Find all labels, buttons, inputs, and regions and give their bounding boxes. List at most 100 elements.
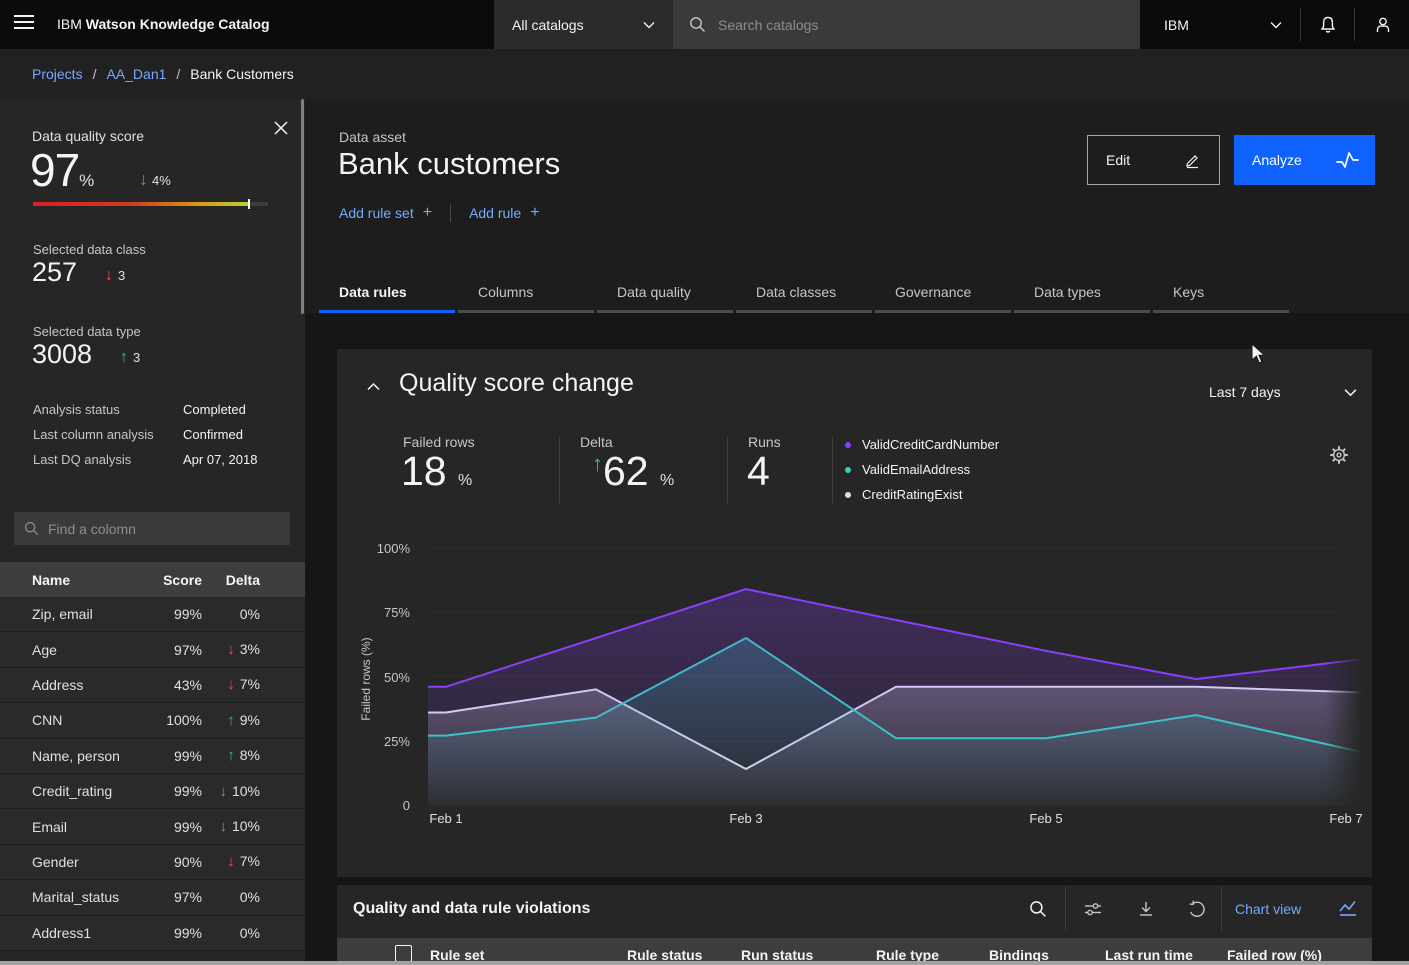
column-row-cnn[interactable]: CNN100%↑9%	[0, 703, 305, 738]
arrow-up-icon: ↑	[592, 451, 603, 476]
meta-last-column-analysis: Last column analysisConfirmed	[33, 427, 283, 442]
quality-line-chart	[428, 548, 1364, 805]
tab-data-rules[interactable]: Data rules	[318, 277, 457, 313]
y-tick-label: 50%	[350, 670, 410, 685]
bottom-edge-strip	[0, 961, 1409, 965]
breadcrumb-item[interactable]: AA_Dan1	[106, 66, 166, 82]
gear-icon[interactable]	[1329, 445, 1351, 467]
tab-data-classes[interactable]: Data classes	[735, 277, 874, 313]
close-icon[interactable]	[270, 117, 292, 139]
app-title: IBM Watson Knowledge Catalog	[57, 16, 270, 32]
columns-table-header: Name Score Delta	[0, 562, 305, 597]
select-all-checkbox[interactable]	[395, 945, 412, 962]
y-tick-label: 100%	[350, 541, 410, 556]
column-row-age[interactable]: Age97%↓3%	[0, 632, 305, 667]
y-tick-label: 0	[350, 798, 410, 813]
data-class-label: Selected data class	[33, 242, 146, 257]
tab-underline	[597, 310, 733, 313]
tab-label: Data rules	[339, 284, 407, 300]
find-column-search	[14, 512, 290, 545]
tab-label: Keys	[1173, 284, 1204, 300]
menu-icon[interactable]	[14, 15, 34, 33]
tab-keys[interactable]: Keys	[1152, 277, 1291, 313]
data-class-delta: ↓3	[105, 267, 125, 285]
profile-button[interactable]	[1356, 0, 1409, 49]
search-icon	[689, 16, 706, 33]
search-input[interactable]	[718, 17, 1078, 33]
divider	[1065, 887, 1066, 931]
tab-columns[interactable]: Columns	[457, 277, 596, 313]
divider	[727, 437, 728, 503]
legend-item-ValidEmailAddress[interactable]: ValidEmailAddress	[845, 457, 999, 482]
tab-underline	[1153, 310, 1289, 313]
user-icon	[1373, 15, 1393, 35]
filter-icon[interactable]	[1080, 896, 1106, 922]
column-row-address[interactable]: Address43%↓7%	[0, 668, 305, 703]
add-rule-set-link[interactable]: Add rule set+	[339, 204, 432, 222]
divider	[450, 204, 451, 222]
column-row-address1[interactable]: Address199%0%	[0, 916, 305, 951]
header-name: Name	[0, 572, 130, 588]
page-title: Bank customers	[338, 146, 560, 182]
column-row-name-person[interactable]: Name, person99%↑8%	[0, 739, 305, 774]
score-gradient	[33, 202, 249, 206]
column-score: 97%	[130, 889, 202, 905]
analyze-button[interactable]: Analyze	[1234, 135, 1375, 185]
collapse-caret-icon[interactable]	[361, 375, 385, 399]
arrow-down-icon: ↓	[227, 853, 235, 870]
divider	[1354, 8, 1355, 41]
y-tick-label: 25%	[350, 734, 410, 749]
legend-ring-icon	[845, 467, 851, 473]
column-delta: ↓7%	[202, 676, 284, 693]
account-label: IBM	[1164, 17, 1189, 33]
breadcrumb: Projects/AA_Dan1/Bank Customers	[0, 49, 1409, 99]
find-column-input[interactable]	[48, 521, 268, 537]
catalog-selector[interactable]: All catalogs	[494, 0, 673, 49]
column-row-gender[interactable]: Gender90%↓7%	[0, 845, 305, 880]
column-row-credit-rating[interactable]: Credit_rating99%↓10%	[0, 774, 305, 809]
column-name: Gender	[0, 854, 130, 870]
breadcrumb-item: Bank Customers	[190, 66, 293, 82]
legend-label: ValidEmailAddress	[862, 462, 970, 477]
legend-item-CreditRatingExist[interactable]: CreditRatingExist	[845, 482, 999, 507]
arrow-down-icon: ↓	[105, 267, 113, 284]
time-range-selector[interactable]: Last 7 days	[1209, 379, 1357, 405]
column-score: 90%	[130, 854, 202, 870]
column-score: 97%	[130, 642, 202, 658]
chart-legend: ValidCreditCardNumber ValidEmailAddress Cr…	[845, 432, 999, 507]
quality-score-bar	[33, 202, 268, 206]
legend-item-ValidCreditCardNumber[interactable]: ValidCreditCardNumber	[845, 432, 999, 457]
download-icon[interactable]	[1133, 896, 1159, 922]
breadcrumb-item[interactable]: Projects	[32, 66, 83, 82]
column-row-marital-status[interactable]: Marital_status97%0%	[0, 880, 305, 915]
column-name: Credit_rating	[0, 783, 130, 799]
arrow-down-icon: ↓	[219, 818, 227, 835]
reset-icon[interactable]	[1183, 896, 1209, 922]
tab-data-types[interactable]: Data types	[1013, 277, 1152, 313]
arrow-down-icon: ↓	[227, 641, 235, 658]
data-type-delta: ↑3	[120, 349, 140, 367]
tab-underline	[875, 310, 1011, 313]
notifications-button[interactable]	[1301, 0, 1354, 49]
column-name: Age	[0, 642, 130, 658]
add-rule-link[interactable]: Add rule+	[469, 204, 540, 222]
tab-data-quality[interactable]: Data quality	[596, 277, 735, 313]
column-row-email[interactable]: Email99%↓10%	[0, 809, 305, 844]
column-row-zip-email[interactable]: Zip, email99%0%	[0, 597, 305, 632]
tab-governance[interactable]: Governance	[874, 277, 1013, 313]
account-dropdown[interactable]: IBM	[1140, 0, 1300, 49]
data-class-value: 257	[32, 257, 77, 288]
arrow-down-icon: ↓	[227, 676, 235, 693]
chart-view-toggle[interactable]: Chart view	[1235, 901, 1301, 917]
mouse-cursor	[1251, 343, 1268, 365]
sidebar-scrollbar[interactable]	[301, 99, 304, 314]
chart-view-icon[interactable]	[1338, 898, 1358, 918]
search-icon[interactable]	[1025, 896, 1051, 922]
column-score: 43%	[130, 677, 202, 693]
tab-underline	[1014, 310, 1150, 313]
column-name: Address1	[0, 925, 130, 941]
y-tick-label: 75%	[350, 605, 410, 620]
data-type-value: 3008	[32, 339, 92, 370]
edit-button[interactable]: Edit	[1087, 135, 1220, 185]
column-name: Address	[0, 677, 130, 693]
